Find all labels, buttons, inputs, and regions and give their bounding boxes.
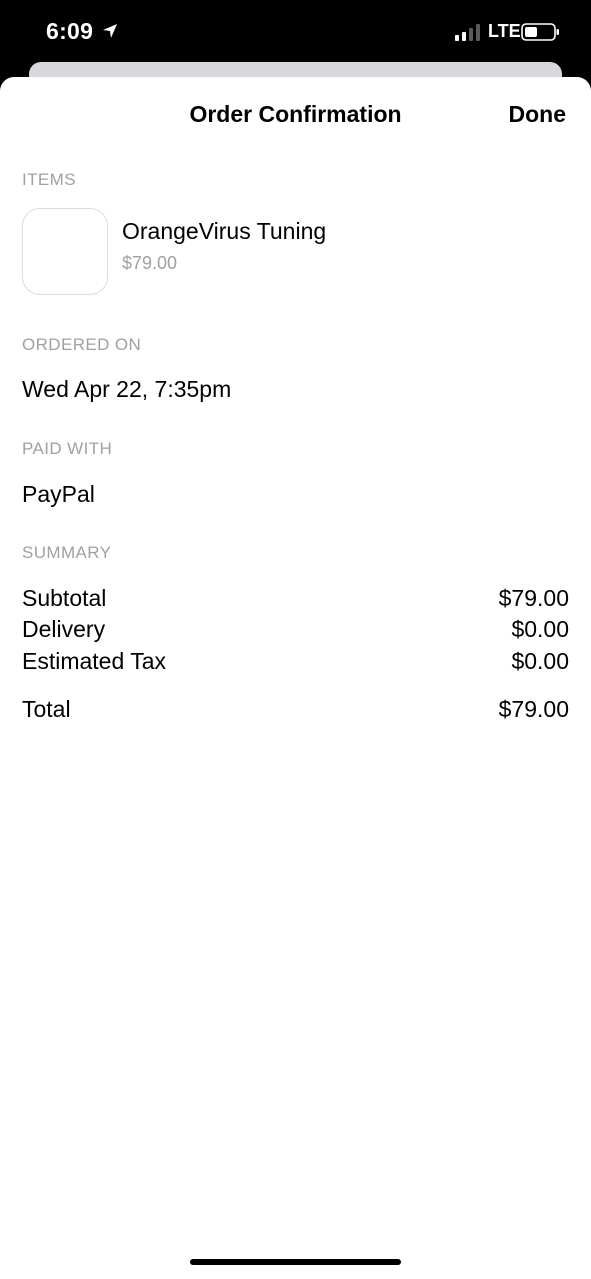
location-arrow-icon [103,24,117,38]
summary-row-subtotal: Subtotal $79.00 [22,585,569,615]
battery-icon [521,23,559,41]
status-time: 6:09 [46,18,94,44]
network-label: LTE [488,21,521,41]
item-name: OrangeVirus Tuning [122,218,327,244]
summary-row-label: Estimated Tax [22,648,167,674]
order-confirmation-sheet: Order Confirmation Done ITEMS OrangeViru… [0,77,591,1279]
summary-row-amount: $0.00 [511,648,569,674]
done-button[interactable]: Done [509,101,567,128]
screen: 6:09 LTE Order Confirmation Done ITEMS O… [0,0,591,1279]
summary-row-amount: $0.00 [511,616,569,642]
summary-row-label: Delivery [22,616,106,642]
summary-row-delivery: Delivery $0.00 [22,616,569,646]
signal-icon [455,24,480,41]
summary-label: SUMMARY [22,543,112,562]
ordered-on-value: Wed Apr 22, 7:35pm [22,376,232,402]
home-indicator [190,1259,401,1265]
ordered-on-label: ORDERED ON [22,335,142,354]
status-bar: 6:09 LTE [0,0,591,64]
paid-with-value: PayPal [22,481,95,507]
app-icon [22,208,108,295]
summary-row-total: Total $79.00 [22,696,569,726]
paid-with-label: PAID WITH [22,439,113,458]
total-label: Total [22,696,71,722]
total-amount: $79.00 [498,696,569,722]
item-price: $79.00 [122,253,178,273]
summary-row-amount: $79.00 [498,585,569,611]
page-title: Order Confirmation [189,101,402,127]
summary-row-label: Subtotal [22,585,107,611]
items-section-label: ITEMS [22,170,76,189]
summary-row-estimated-tax: Estimated Tax $0.00 [22,648,569,678]
